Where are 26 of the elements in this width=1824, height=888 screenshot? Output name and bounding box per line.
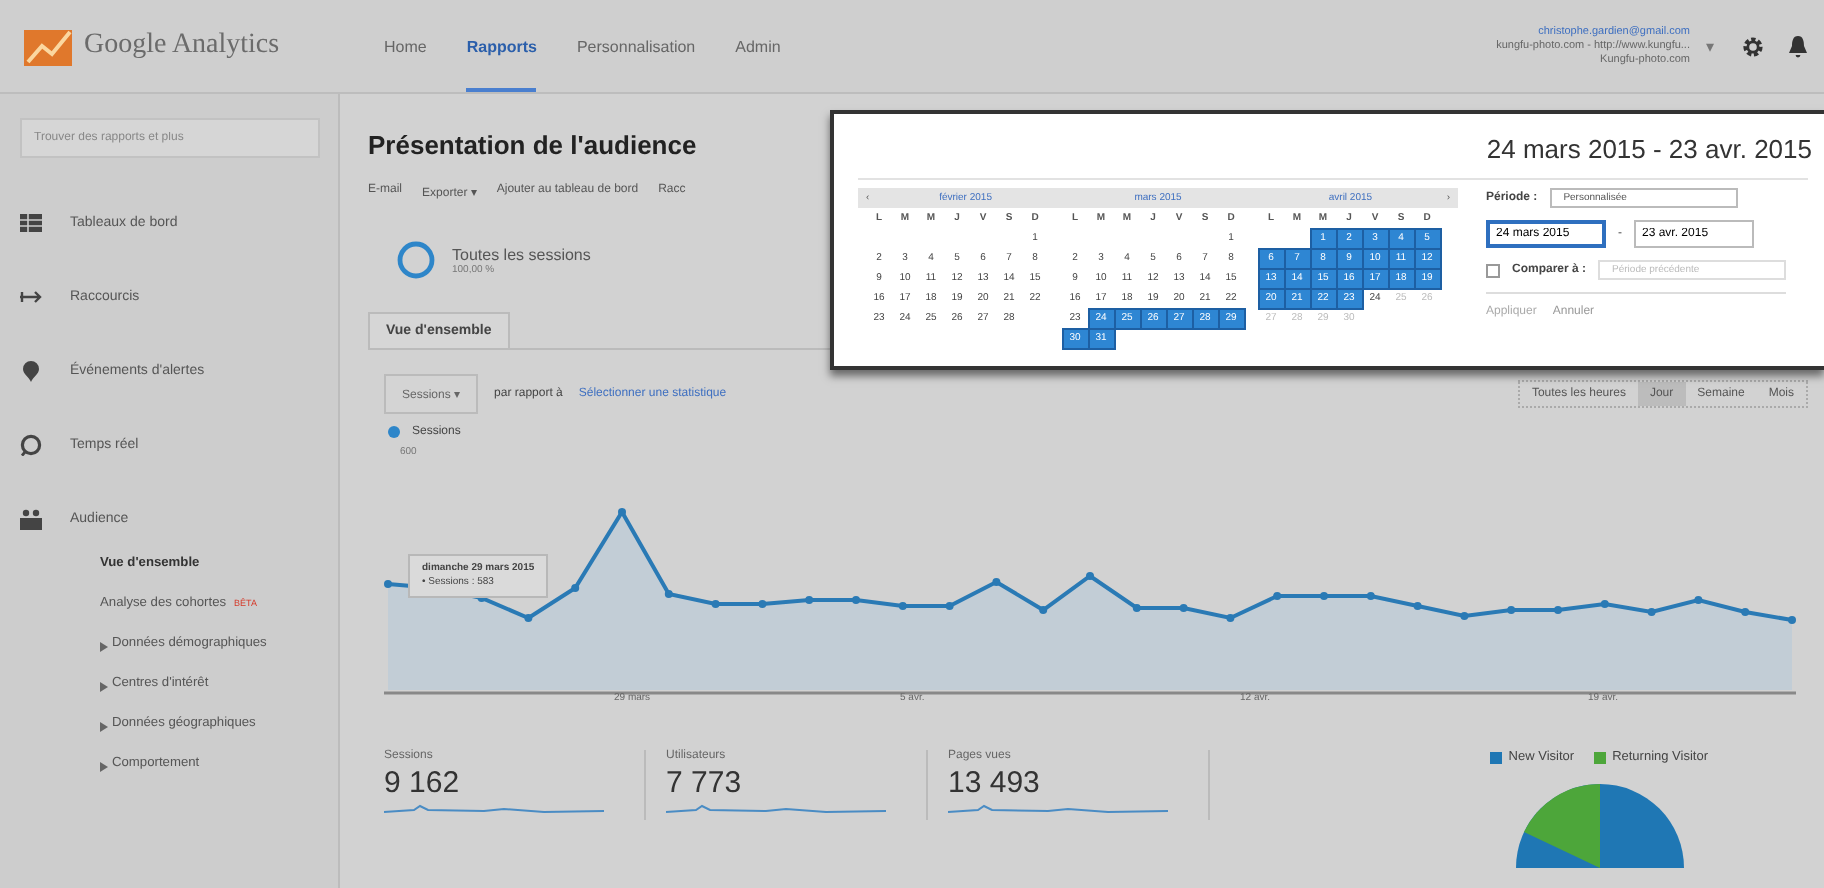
logo-icon	[24, 26, 72, 66]
shortcut-icon	[20, 286, 42, 308]
compare-checkbox[interactable]	[1486, 263, 1500, 277]
settings-icon[interactable]	[1742, 35, 1764, 57]
expand-arrow-icon[interactable]	[100, 682, 108, 692]
page-title: Présentation de l'audience	[368, 130, 697, 160]
audience-icon	[20, 508, 42, 530]
legend-dot-icon	[388, 426, 400, 438]
nav-tab[interactable]: Admin	[735, 0, 781, 92]
nav-tab[interactable]: Rapports	[466, 0, 537, 92]
nav-tab[interactable]: Personnalisation	[576, 0, 696, 92]
expand-arrow-icon[interactable]	[100, 722, 108, 732]
expand-arrow-icon[interactable]	[100, 762, 108, 772]
segment-ring-icon	[396, 240, 436, 280]
bell-icon[interactable]	[1788, 34, 1808, 58]
nav-tab[interactable]: Home	[384, 0, 427, 92]
expand-arrow-icon[interactable]	[100, 642, 108, 652]
realtime-icon	[20, 434, 42, 456]
segment-name[interactable]: Toutes les sessions	[452, 245, 591, 263]
metric-value: 7 773	[666, 766, 744, 800]
alert-icon	[20, 360, 42, 382]
metric-value: 9 162	[384, 766, 462, 800]
dashboard-icon	[20, 212, 42, 234]
metric-value: 13 493	[948, 766, 1042, 800]
logo-text: Google Analytics	[84, 30, 280, 62]
date-range-label[interactable]: 24 mars 2015 - 23 avr. 2015	[1486, 134, 1812, 164]
